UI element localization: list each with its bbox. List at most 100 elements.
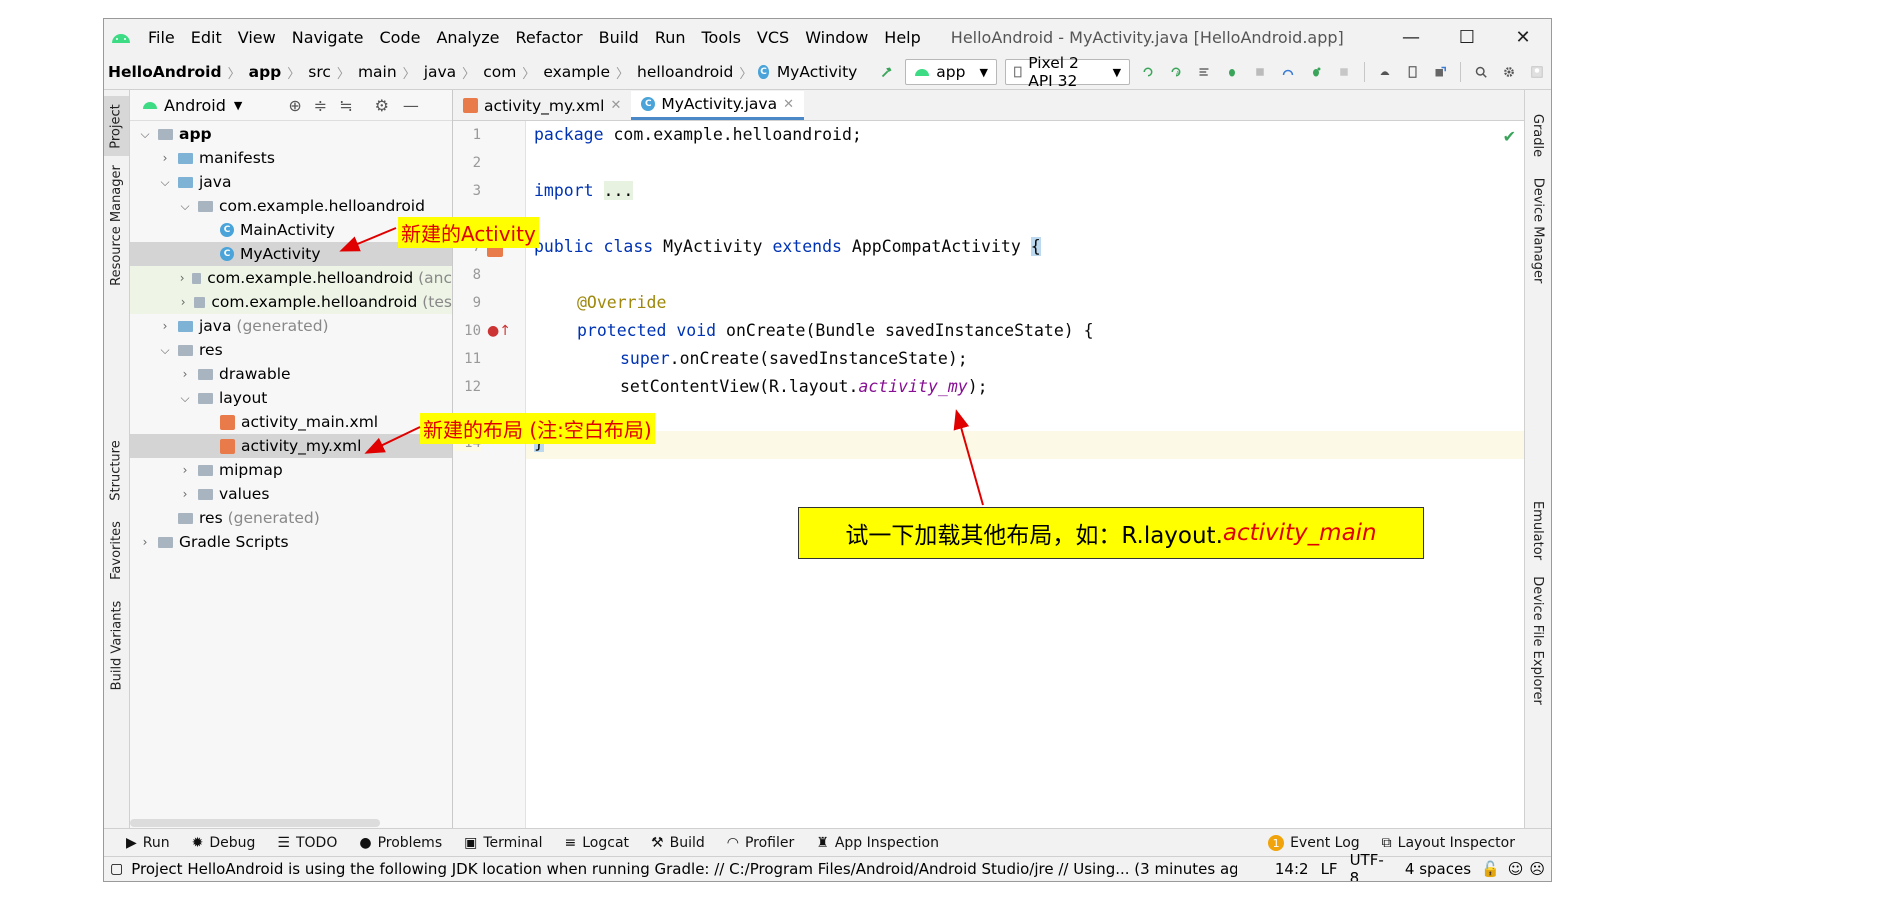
debug-icon[interactable] <box>1226 64 1238 80</box>
tree-item-activity-my-xml[interactable]: activity_my.xml <box>130 434 452 458</box>
tree-item-activity-main-xml[interactable]: activity_main.xml <box>130 410 452 434</box>
hide-panel-icon[interactable]: — <box>403 96 419 115</box>
collapse-all-icon[interactable]: ≒ <box>339 96 352 115</box>
tree-item-app[interactable]: ⌵ app <box>130 122 452 146</box>
breadcrumb-example[interactable]: example <box>541 63 612 81</box>
chevron-down-icon[interactable]: ⌵ <box>158 343 172 358</box>
menu-help[interactable]: Help <box>876 28 928 47</box>
breadcrumb-myactivity[interactable]: MyActivity <box>775 63 860 81</box>
device-selector[interactable]: Pixel 2 API 32 ▼ <box>1004 54 1131 90</box>
breadcrumb-src[interactable]: src <box>306 63 333 81</box>
chevron-right-icon[interactable]: › <box>158 319 172 333</box>
tree-item-gradle-scripts[interactable]: › Gradle Scripts <box>130 530 452 554</box>
menu-analyze[interactable]: Analyze <box>428 28 507 47</box>
apply-changes-icon[interactable] <box>1142 64 1154 80</box>
chevron-right-icon[interactable]: › <box>178 367 192 381</box>
make-project-hammer-icon[interactable] <box>881 64 893 80</box>
no-problems-check-icon[interactable]: ✔ <box>1503 127 1516 146</box>
override-marker-icon[interactable]: ●↑ <box>487 323 511 339</box>
run-with-coverage-icon[interactable] <box>1310 64 1322 80</box>
project-view-selector[interactable]: Android <box>164 96 226 115</box>
build-variants-tool-tab[interactable]: Build Variants <box>104 600 129 690</box>
indent-setting[interactable]: 4 spaces <box>1405 860 1471 878</box>
tool-tab-app-inspection[interactable]: ♜ App Inspection <box>816 835 939 851</box>
gradle-tool-tab[interactable]: Gradle <box>1525 110 1550 160</box>
chevron-right-icon[interactable]: › <box>178 487 192 501</box>
caret-position[interactable]: 14:2 <box>1275 860 1309 878</box>
status-toggle-icon[interactable]: ▢ <box>110 861 123 877</box>
chevron-down-icon[interactable]: ⌵ <box>178 199 192 214</box>
chevron-right-icon[interactable]: › <box>178 463 192 477</box>
menu-code[interactable]: Code <box>372 28 429 47</box>
tree-item-res-generated[interactable]: res (generated) <box>130 506 452 530</box>
menu-build[interactable]: Build <box>591 28 647 47</box>
minimize-button[interactable]: — <box>1383 19 1439 55</box>
event-log-tab[interactable]: 1 Event Log <box>1268 835 1360 851</box>
tool-tab-debug[interactable]: ✹ Debug <box>192 835 256 851</box>
tool-tab-profiler[interactable]: ◠ Profiler <box>727 835 795 851</box>
breadcrumb-project[interactable]: HelloAndroid <box>106 63 224 81</box>
lock-icon[interactable]: 🔓 <box>1481 860 1500 878</box>
emulator-tool-tab[interactable]: Emulator <box>1525 500 1550 560</box>
chevron-right-icon[interactable]: › <box>138 535 152 549</box>
run-config-selector[interactable]: app ▼ <box>905 59 997 85</box>
stop-icon[interactable] <box>1338 64 1350 80</box>
close-tab-icon[interactable]: ✕ <box>783 97 794 112</box>
apply-code-changes-icon[interactable]: A <box>1170 64 1182 80</box>
device-manager-tool-tab[interactable]: Device Manager <box>1525 177 1550 283</box>
horizontal-scrollbar[interactable] <box>130 819 380 827</box>
settings-gear-icon[interactable] <box>1503 64 1515 80</box>
menu-window[interactable]: Window <box>797 28 876 47</box>
chevron-right-icon[interactable]: › <box>178 271 186 285</box>
sync-gradle-icon[interactable] <box>1379 64 1391 80</box>
tool-tab-problems[interactable]: ● Problems <box>359 835 442 851</box>
attach-debugger-icon[interactable] <box>1254 64 1266 80</box>
options-gear-icon[interactable]: ⚙ <box>375 96 389 115</box>
breadcrumb-helloandroid[interactable]: helloandroid <box>635 63 735 81</box>
breadcrumb-main[interactable]: main <box>356 63 399 81</box>
menu-vcs[interactable]: VCS <box>749 28 797 47</box>
coverage-icon[interactable] <box>1198 64 1210 80</box>
tree-item-java[interactable]: ⌵ java <box>130 170 452 194</box>
tool-tab-terminal[interactable]: ▣ Terminal <box>464 835 542 851</box>
tool-tab-todo[interactable]: ☰ TODO <box>277 835 337 851</box>
tree-item-values[interactable]: › values <box>130 482 452 506</box>
menu-tools[interactable]: Tools <box>694 28 749 47</box>
breadcrumb-java[interactable]: java <box>422 63 458 81</box>
frown-feedback-icon[interactable]: ☹ <box>1529 860 1545 878</box>
project-tool-tab[interactable]: Project <box>104 96 129 156</box>
locate-file-icon[interactable]: ⊕ <box>288 96 301 115</box>
search-icon[interactable] <box>1475 64 1487 80</box>
smile-feedback-icon[interactable]: ☺ <box>1508 860 1524 878</box>
tab-activity-my-xml[interactable]: activity_my.xml ✕ <box>453 91 631 120</box>
chevron-down-icon[interactable]: ⌵ <box>138 127 152 142</box>
menu-navigate[interactable]: Navigate <box>284 28 372 47</box>
chevron-down-icon[interactable]: ⌵ <box>178 391 192 406</box>
tree-item-drawable[interactable]: › drawable <box>130 362 452 386</box>
menu-view[interactable]: View <box>230 28 284 47</box>
tree-item-java-generated[interactable]: › java (generated) <box>130 314 452 338</box>
chevron-right-icon[interactable]: › <box>178 295 188 309</box>
code-area[interactable]: package com.example.helloandroid; import… <box>526 121 1524 829</box>
chevron-down-icon[interactable]: ▼ <box>234 99 242 112</box>
structure-tool-tab[interactable]: Structure <box>104 430 129 510</box>
tree-item-package-test[interactable]: › com.example.helloandroid (tes <box>130 290 452 314</box>
breadcrumb-com[interactable]: com <box>481 63 518 81</box>
device-manager-icon[interactable] <box>1407 64 1419 80</box>
tree-item-package-main[interactable]: ⌵ com.example.helloandroid <box>130 194 452 218</box>
tool-tab-build[interactable]: ⚒ Build <box>651 835 705 851</box>
close-button[interactable]: ✕ <box>1495 19 1551 55</box>
resource-manager-tool-tab[interactable]: Resource Manager <box>104 165 129 286</box>
menu-edit[interactable]: Edit <box>183 28 230 47</box>
tree-item-package-androidtest[interactable]: › com.example.helloandroid (anc <box>130 266 452 290</box>
status-message[interactable]: Project HelloAndroid is using the follow… <box>131 860 1237 878</box>
tree-item-manifests[interactable]: › manifests <box>130 146 452 170</box>
expand-all-icon[interactable]: ≑ <box>314 96 327 115</box>
layout-inspector-tab[interactable]: ⧉ Layout Inspector <box>1382 835 1515 851</box>
menu-file[interactable]: File <box>140 28 183 47</box>
menu-run[interactable]: Run <box>647 28 694 47</box>
chevron-right-icon[interactable]: › <box>158 151 172 165</box>
tool-tab-logcat[interactable]: ≡ Logcat <box>565 835 630 851</box>
tree-item-layout[interactable]: ⌵ layout <box>130 386 452 410</box>
favorites-tool-tab[interactable]: Favorites <box>104 515 129 585</box>
